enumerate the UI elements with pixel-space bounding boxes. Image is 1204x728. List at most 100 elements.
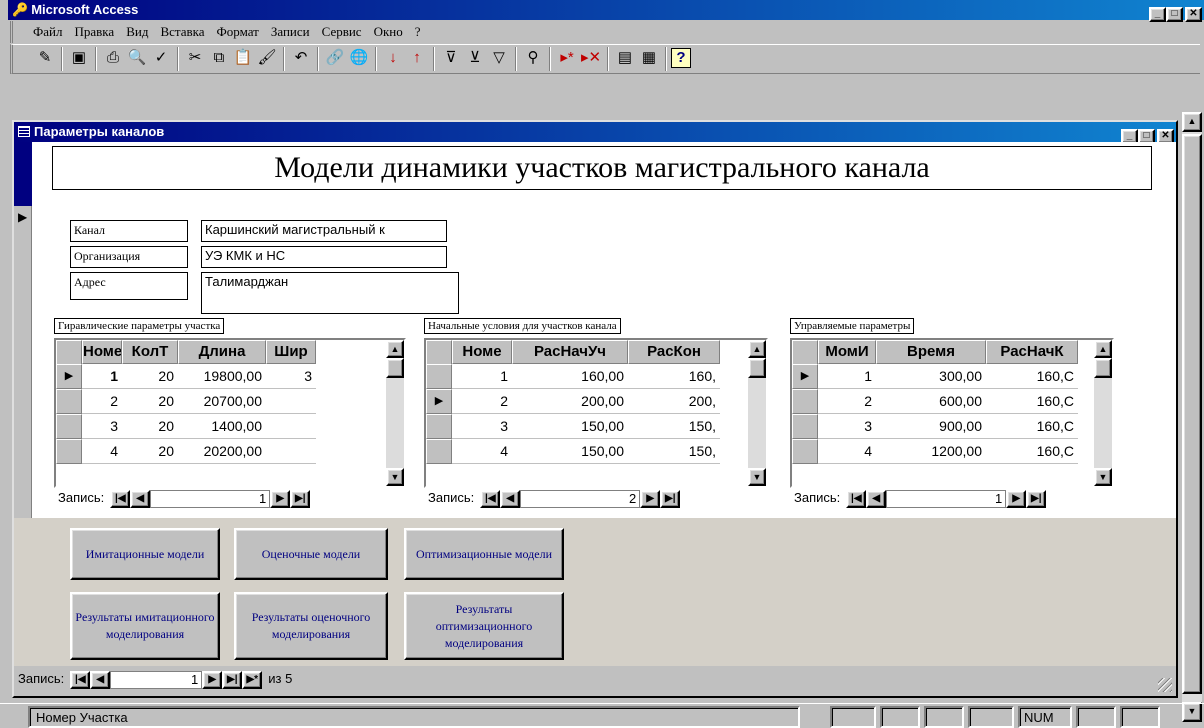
column-header[interactable]: РасНачК bbox=[986, 340, 1078, 364]
new-record-icon[interactable]: ▸* bbox=[555, 47, 579, 71]
header-selector[interactable] bbox=[14, 142, 32, 206]
filter-by-form-icon[interactable]: ⊻ bbox=[463, 47, 487, 71]
table-cell[interactable]: 20 bbox=[122, 391, 178, 412]
table-cell[interactable] bbox=[266, 391, 316, 412]
undo-icon[interactable]: ↶ bbox=[289, 47, 313, 71]
prev-record-button[interactable]: ◀ bbox=[866, 490, 887, 508]
menu-item-0[interactable]: Файл bbox=[33, 24, 63, 39]
next-record-button[interactable]: ▶ bbox=[270, 490, 291, 508]
table-cell[interactable]: 160,00 bbox=[512, 366, 628, 387]
table-cell[interactable]: 4 bbox=[818, 441, 876, 462]
copy-icon[interactable]: ⧉ bbox=[207, 47, 231, 71]
first-record-button[interactable]: |◀ bbox=[110, 490, 131, 508]
apply-filter-icon[interactable]: ▽ bbox=[487, 47, 511, 71]
menu-item-2[interactable]: Вид bbox=[126, 24, 148, 39]
first-record-button[interactable]: |◀ bbox=[480, 490, 501, 508]
column-header[interactable]: Номе bbox=[452, 340, 512, 364]
table-cell[interactable]: 300,00 bbox=[876, 366, 986, 387]
canal-field[interactable]: Каршинский магистральный к bbox=[201, 220, 447, 242]
row-selector[interactable] bbox=[426, 414, 452, 439]
table-cell[interactable]: 3 bbox=[818, 416, 876, 437]
table-cell[interactable]: 4 bbox=[82, 441, 122, 462]
minimize-button[interactable]: _ bbox=[1149, 7, 1166, 22]
row-selector[interactable] bbox=[426, 439, 452, 464]
table-cell[interactable] bbox=[266, 441, 316, 462]
menu-item-8[interactable]: ? bbox=[415, 24, 421, 39]
table-cell[interactable] bbox=[266, 416, 316, 437]
grid-scroll-up-button[interactable]: ▲ bbox=[748, 340, 766, 358]
grid-scroll-down-button[interactable]: ▼ bbox=[1094, 468, 1112, 486]
main-last-record-button[interactable]: ▶| bbox=[222, 671, 243, 689]
table-cell[interactable]: 20 bbox=[122, 441, 178, 462]
next-record-button[interactable]: ▶ bbox=[640, 490, 661, 508]
grid-vertical-scrollbar[interactable]: ▲ ▼ bbox=[386, 340, 404, 486]
column-header[interactable]: Номе bbox=[82, 340, 122, 364]
insert-hyperlink-icon[interactable]: 🔗 bbox=[323, 47, 347, 71]
table-cell[interactable]: 20700,00 bbox=[178, 391, 266, 412]
web-toolbar-icon[interactable]: 🌐 bbox=[347, 47, 371, 71]
row-selector[interactable] bbox=[56, 389, 82, 414]
evaluation-results-button[interactable]: Результаты оценочного моделирования bbox=[234, 592, 388, 660]
optimization-results-button[interactable]: Результаты оптимизационного моделировани… bbox=[404, 592, 564, 660]
table-cell[interactable]: 150, bbox=[628, 441, 720, 462]
column-header[interactable]: Шир bbox=[266, 340, 316, 364]
table-cell[interactable]: 2 bbox=[818, 391, 876, 412]
row-selector[interactable] bbox=[56, 414, 82, 439]
main-prev-record-button[interactable]: ◀ bbox=[90, 671, 111, 689]
table-cell[interactable]: 19800,00 bbox=[178, 366, 266, 387]
row-selector[interactable] bbox=[792, 389, 818, 414]
table-cell[interactable]: 160,С bbox=[986, 391, 1078, 412]
last-record-button[interactable]: ▶| bbox=[660, 490, 681, 508]
first-record-button[interactable]: |◀ bbox=[846, 490, 867, 508]
optimization-models-button[interactable]: Оптимизационные модели bbox=[404, 528, 564, 580]
row-selector[interactable] bbox=[426, 364, 452, 389]
sort-ascending-icon[interactable]: ↓ bbox=[381, 47, 405, 71]
main-first-record-button[interactable]: |◀ bbox=[70, 671, 91, 689]
paste-icon[interactable]: 📋 bbox=[231, 47, 255, 71]
table-cell[interactable]: 600,00 bbox=[876, 391, 986, 412]
grid-scroll-down-button[interactable]: ▼ bbox=[748, 468, 766, 486]
main-next-record-button[interactable]: ▶ bbox=[202, 671, 223, 689]
help-icon[interactable]: ? bbox=[671, 48, 691, 68]
table-cell[interactable]: 1200,00 bbox=[876, 441, 986, 462]
column-header[interactable]: Время bbox=[876, 340, 986, 364]
table-cell[interactable]: 200, bbox=[628, 391, 720, 412]
column-header[interactable]: Длина bbox=[178, 340, 266, 364]
menu-item-6[interactable]: Сервис bbox=[322, 24, 362, 39]
maximize-button[interactable]: □ bbox=[1166, 7, 1183, 22]
row-selector[interactable]: ▶ bbox=[56, 364, 82, 389]
table-cell[interactable]: 200,00 bbox=[512, 391, 628, 412]
table-cell[interactable]: 1 bbox=[452, 366, 512, 387]
organization-field[interactable]: УЭ КМК и НС bbox=[201, 246, 447, 268]
table-cell[interactable]: 1 bbox=[818, 366, 876, 387]
imitation-models-button[interactable]: Имитационные модели bbox=[70, 528, 220, 580]
save-icon[interactable]: ▣ bbox=[67, 47, 91, 71]
grid-scroll-down-button[interactable]: ▼ bbox=[386, 468, 404, 486]
sort-descending-icon[interactable]: ↑ bbox=[405, 47, 429, 71]
table-cell[interactable]: 160,С bbox=[986, 441, 1078, 462]
column-header[interactable]: РасКон bbox=[628, 340, 720, 364]
menu-item-3[interactable]: Вставка bbox=[160, 24, 204, 39]
grid-scroll-up-button[interactable]: ▲ bbox=[1094, 340, 1112, 358]
cut-icon[interactable]: ✂ bbox=[183, 47, 207, 71]
main-vertical-scrollbar[interactable]: ▲ ▼ bbox=[1182, 112, 1202, 722]
menu-item-5[interactable]: Записи bbox=[271, 24, 310, 39]
grid-corner[interactable] bbox=[56, 340, 82, 365]
record-selector[interactable]: ▶ bbox=[14, 206, 32, 518]
column-header[interactable]: МомИ bbox=[818, 340, 876, 364]
design-view-icon[interactable]: ✎ bbox=[33, 47, 57, 71]
find-icon[interactable]: ⚲ bbox=[521, 47, 545, 71]
table-cell[interactable]: 4 bbox=[452, 441, 512, 462]
main-new-record-button[interactable]: ▶* bbox=[242, 671, 263, 689]
grid-vertical-scrollbar[interactable]: ▲ ▼ bbox=[1094, 340, 1112, 486]
last-record-button[interactable]: ▶| bbox=[290, 490, 311, 508]
close-button[interactable]: ✕ bbox=[1185, 7, 1202, 22]
table-cell[interactable]: 1 bbox=[82, 366, 122, 387]
address-field[interactable]: Талимарджан bbox=[201, 272, 459, 314]
new-object-icon[interactable]: ▦ bbox=[637, 47, 661, 71]
record-number-field[interactable]: 1 bbox=[150, 490, 271, 508]
grid-corner[interactable] bbox=[792, 340, 818, 365]
table-cell[interactable]: 3 bbox=[82, 416, 122, 437]
database-window-icon[interactable]: ▤ bbox=[613, 47, 637, 71]
row-selector[interactable] bbox=[56, 439, 82, 464]
